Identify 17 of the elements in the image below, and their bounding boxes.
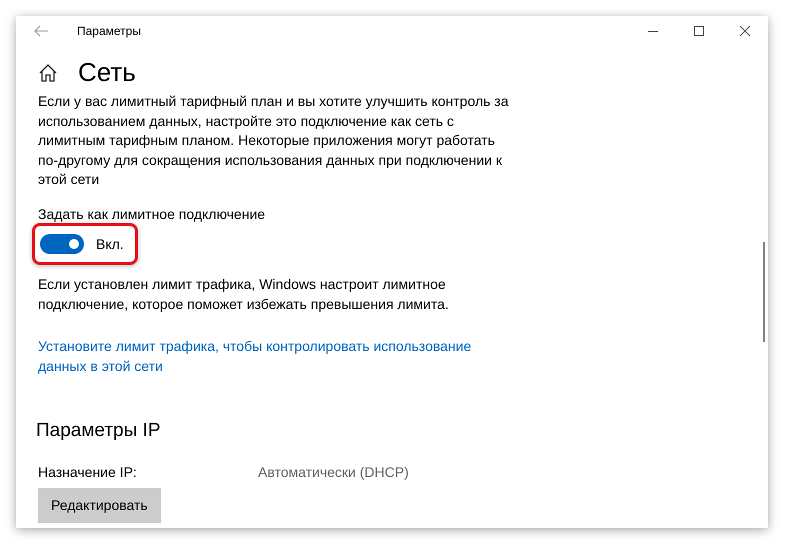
home-icon[interactable] (38, 62, 58, 82)
data-limit-link[interactable]: Установите лимит трафика, чтобы контролировать использование данных в этой сети (38, 336, 478, 376)
toggle-state-text: Вкл. (96, 236, 124, 252)
maximize-icon[interactable] (693, 25, 705, 37)
close-icon[interactable] (739, 25, 751, 37)
edit-button[interactable]: Редактировать (38, 488, 161, 522)
toggle-switch[interactable] (40, 234, 84, 254)
back-icon[interactable] (33, 23, 49, 39)
scrollbar-thumb[interactable] (763, 242, 765, 342)
window-title: Параметры (77, 24, 141, 38)
page-title: Сеть (78, 57, 136, 88)
section-heading: Параметры IP (36, 420, 162, 442)
ip-assignment-value: Автоматически (DHCP) (258, 464, 409, 480)
description-text: Если у вас лимитный тарифный план и вы хотите улучшить контроль за использованием данных, настройте это подключение как сеть с лимитным тарифным планом. Некоторые приложения могут работать по-другому для сокращения использования данных при подключении к этой сети (38, 92, 510, 189)
ip-assignment-label: Назначение IP: (38, 464, 138, 480)
toggle-label: Задать как лимитное подключение (38, 206, 266, 222)
info-text: Если установлен лимит трафика, Windows настроит лимитное подключение, которое поможет избежать превышения лимита. (38, 274, 450, 314)
